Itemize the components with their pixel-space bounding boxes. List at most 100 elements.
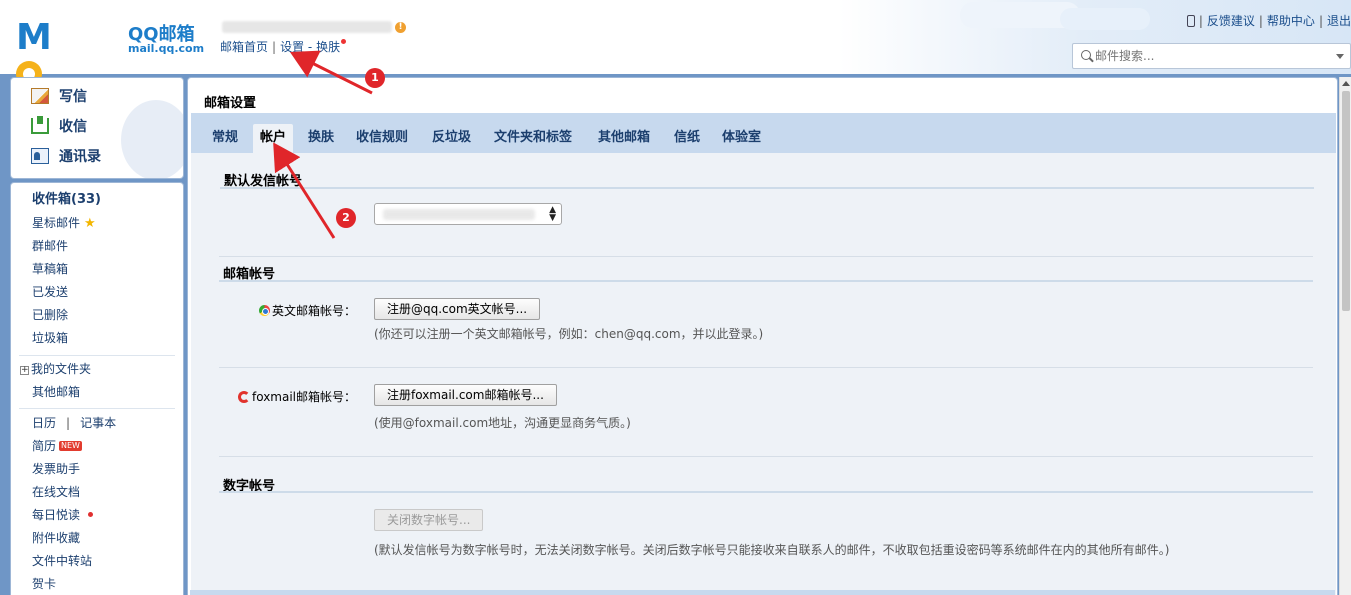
foxmail-account-label-text: foxmail邮箱帐号： bbox=[252, 390, 357, 404]
my-folders-label: 我的文件夹 bbox=[31, 362, 92, 376]
register-foxmail-account-button[interactable]: 注册foxmail.com邮箱帐号... bbox=[374, 384, 557, 406]
sidebar-item-starred[interactable]: 星标邮件 ★ bbox=[32, 213, 96, 233]
tab-account[interactable]: 帐户 bbox=[253, 124, 294, 153]
inbox-icon bbox=[31, 116, 49, 134]
contacts-label: 通讯录 bbox=[59, 149, 101, 165]
scroll-up-arrow-icon[interactable] bbox=[1342, 81, 1350, 86]
tab-general[interactable]: 常规 bbox=[205, 128, 245, 152]
phone-icon[interactable] bbox=[1186, 15, 1195, 27]
digital-account-hint: (默认发信帐号为数字帐号时，无法关闭数字帐号。关闭后数字帐号只能接收来自联系人的… bbox=[374, 543, 1170, 557]
annotation-badge-1: 1 bbox=[365, 68, 385, 88]
sidebar-item-drafts[interactable]: 草稿箱 bbox=[32, 259, 68, 279]
tab-receive-rules[interactable]: 收信规则 bbox=[349, 128, 415, 152]
tab-folders-labels[interactable]: 文件夹和标签 bbox=[487, 128, 579, 152]
english-account-label-text: 英文邮箱帐号： bbox=[272, 304, 357, 318]
sidebar-item-calendar[interactable]: 日历 bbox=[32, 416, 56, 430]
link-dash: - bbox=[307, 40, 313, 54]
mail-search-box[interactable] bbox=[1072, 43, 1351, 69]
sidebar-item-other-mail[interactable]: 其他邮箱 bbox=[32, 382, 80, 402]
mail-home-link[interactable]: 邮箱首页 bbox=[220, 40, 268, 54]
calendar-notepad-row: 日历 | 记事本 bbox=[32, 413, 116, 433]
page-scrollbar[interactable] bbox=[1339, 77, 1351, 595]
sidebar-item-daily-read[interactable]: 每日悦读 bbox=[32, 505, 94, 525]
row-separator bbox=[219, 456, 1313, 457]
sidebar-item-notepad[interactable]: 记事本 bbox=[80, 416, 116, 430]
tab-lab[interactable]: 体验室 bbox=[715, 128, 768, 152]
section-divider bbox=[219, 491, 1313, 493]
search-icon[interactable] bbox=[1081, 50, 1091, 60]
daily-read-label: 每日悦读 bbox=[32, 508, 81, 522]
header-bar: Mil QQ邮箱 mail.qq.com ! 邮箱首页|设置 - 换肤 |反馈建… bbox=[0, 0, 1351, 138]
write-label: 写信 bbox=[59, 89, 87, 105]
penguin-decoration bbox=[121, 100, 183, 178]
logout-link[interactable]: 退出 bbox=[1327, 14, 1351, 28]
starred-label: 星标邮件 bbox=[32, 216, 81, 230]
default-sender-select[interactable]: ▲ ▼ bbox=[374, 203, 562, 225]
foxmail-account-hint: (使用@foxmail.com地址，沟通更显商务气质。) bbox=[374, 416, 631, 430]
receive-label: 收信 bbox=[59, 119, 87, 135]
sidebar-item-cards[interactable]: 贺卡 bbox=[32, 574, 56, 594]
header-nav-links: 邮箱首页 | 设置 - 换肤 bbox=[220, 38, 347, 55]
sidebar-item-online-docs[interactable]: 在线文档 bbox=[32, 482, 80, 502]
sender-address-blurred bbox=[383, 209, 535, 220]
sidebar-divider bbox=[19, 355, 175, 356]
settings-link[interactable]: 设置 bbox=[280, 40, 304, 54]
sidebar-item-deleted[interactable]: 已删除 bbox=[32, 305, 68, 325]
sidebar-divider bbox=[19, 408, 175, 409]
search-input[interactable] bbox=[1095, 47, 1325, 65]
folder-sidebar: 收件箱(33) 星标邮件 ★ 群邮件 草稿箱 已发送 已删除 垃圾箱 + 我的文件夹… bbox=[10, 182, 184, 595]
star-icon: ★ bbox=[84, 216, 96, 231]
top-right-links: | 反馈建议 | 帮助中心 | 退出 bbox=[1186, 12, 1351, 29]
receive-mail-button[interactable]: 收信 bbox=[31, 116, 87, 138]
english-account-label: 英文邮箱帐号： bbox=[259, 302, 356, 319]
new-badge: NEW bbox=[59, 441, 82, 451]
feedback-link[interactable]: 反馈建议 bbox=[1207, 14, 1255, 28]
tab-other-mailboxes[interactable]: 其他邮箱 bbox=[591, 128, 657, 152]
logo-domain: mail.qq.com bbox=[128, 42, 205, 55]
browser-icon bbox=[259, 305, 270, 316]
section-divider bbox=[219, 280, 1313, 282]
sidebar-item-file-transfer[interactable]: 文件中转站 bbox=[32, 551, 92, 571]
sidebar-item-inbox[interactable]: 收件箱(33) bbox=[32, 190, 101, 210]
expand-plus-icon[interactable]: + bbox=[20, 366, 29, 375]
foxmail-account-label: foxmail邮箱帐号： bbox=[238, 388, 356, 405]
unread-dot bbox=[88, 512, 94, 517]
foxmail-icon bbox=[238, 391, 250, 403]
skin-notification-dot bbox=[341, 39, 347, 44]
account-address-blurred bbox=[222, 21, 392, 33]
tab-stationery[interactable]: 信纸 bbox=[667, 128, 707, 152]
sidebar-item-resume[interactable]: 简历 NEW bbox=[32, 436, 82, 456]
link-separator: | bbox=[66, 416, 71, 430]
settings-tab-bar: 常规 帐户 换肤 收信规则 反垃圾 文件夹和标签 其他邮箱 信纸 体验室 bbox=[191, 113, 1336, 153]
tab-anti-spam[interactable]: 反垃圾 bbox=[425, 128, 478, 152]
content-bottom-edge bbox=[190, 590, 1335, 595]
annotation-badge-2: 2 bbox=[336, 208, 356, 228]
help-link[interactable]: 帮助中心 bbox=[1267, 14, 1315, 28]
link-separator: | bbox=[272, 40, 277, 54]
row-separator bbox=[219, 367, 1313, 368]
chevron-down-icon[interactable] bbox=[1336, 54, 1344, 59]
contacts-button[interactable]: 通讯录 bbox=[31, 146, 101, 168]
sidebar-item-group[interactable]: 群邮件 bbox=[32, 236, 68, 256]
quick-actions-panel: 写信 收信 通讯录 bbox=[10, 77, 184, 179]
sidebar-item-trash[interactable]: 垃圾箱 bbox=[32, 328, 68, 348]
sidebar-item-sent[interactable]: 已发送 bbox=[32, 282, 68, 302]
register-english-account-button[interactable]: 注册@qq.com英文帐号... bbox=[374, 298, 541, 320]
select-arrows-icon: ▲ ▼ bbox=[549, 205, 556, 223]
scroll-thumb[interactable] bbox=[1342, 91, 1350, 311]
english-account-hint: (你还可以注册一个英文邮箱帐号，例如：chen@qq.com，并以此登录。) bbox=[374, 327, 764, 341]
write-mail-button[interactable]: 写信 bbox=[31, 86, 87, 108]
sidebar-item-attachments[interactable]: 附件收藏 bbox=[32, 528, 80, 548]
skin-link[interactable]: 换肤 bbox=[316, 40, 340, 54]
sidebar-item-my-folders[interactable]: + 我的文件夹 bbox=[20, 359, 91, 379]
close-digital-account-button[interactable]: 关闭数字帐号... bbox=[374, 509, 484, 531]
header-cloud-decoration bbox=[1060, 8, 1150, 30]
tab-skin[interactable]: 换肤 bbox=[301, 128, 341, 152]
sidebar-item-invoice[interactable]: 发票助手 bbox=[32, 459, 80, 479]
page-title: 邮箱设置 bbox=[204, 96, 257, 111]
warning-icon[interactable]: ! bbox=[395, 22, 406, 33]
pencil-icon bbox=[31, 88, 49, 104]
row-separator bbox=[219, 256, 1313, 257]
resume-label: 简历 bbox=[32, 439, 57, 453]
contacts-icon bbox=[31, 148, 49, 164]
